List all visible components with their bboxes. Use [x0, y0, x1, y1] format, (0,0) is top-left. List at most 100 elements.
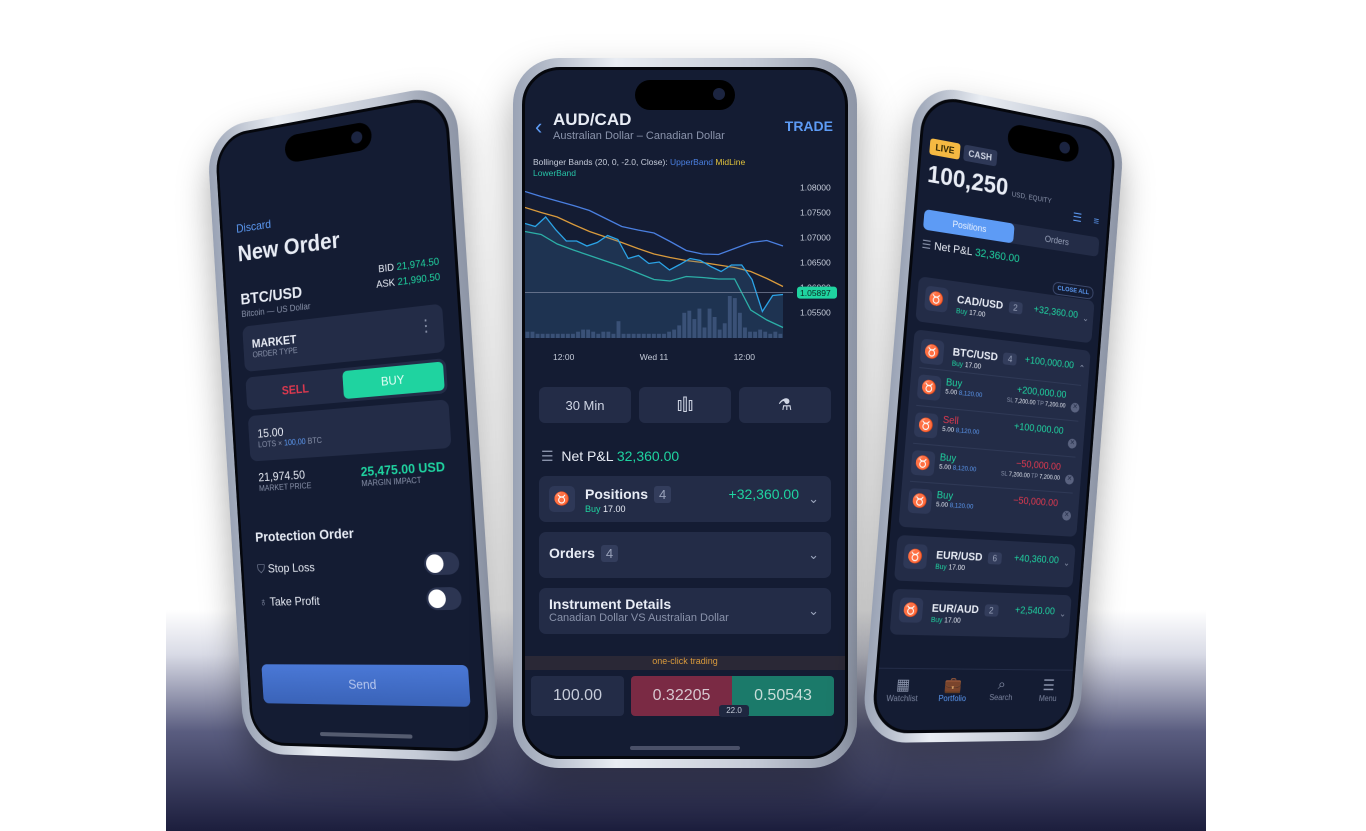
list-view-icon[interactable]: ☰: [1072, 210, 1082, 225]
live-account-tab[interactable]: LIVE: [929, 138, 961, 160]
candlestick-icon[interactable]: ⫾⫿⫾: [639, 387, 731, 423]
flask-icon[interactable]: ⚗: [739, 387, 831, 423]
take-profit-label: Take Profit: [269, 593, 320, 609]
more-icon[interactable]: ⋮: [418, 315, 435, 337]
sell-button[interactable]: SELL: [248, 371, 344, 407]
chevron-down-icon[interactable]: ⌄: [1082, 313, 1089, 324]
bull-icon: ♉: [919, 338, 945, 366]
sell-price-button[interactable]: 0.32205: [631, 676, 732, 716]
stop-loss-label: Stop Loss: [267, 559, 316, 575]
y-tick-label: 1.05500: [800, 308, 831, 318]
positions-accordion[interactable]: ♉ Positions 4 Buy 17.00 +32,360.00 ⌄: [539, 476, 831, 522]
chevron-down-icon[interactable]: ⌄: [1063, 558, 1070, 569]
position-qty: 17.00: [943, 617, 961, 625]
trade-qty: 5.00: [935, 501, 949, 510]
money-bag-icon: ♁: [258, 595, 268, 609]
camera-icon: [713, 88, 725, 100]
position-card[interactable]: ♉ EUR/AUD 2 Buy 17.00 +2,540.00 ⌄: [889, 588, 1072, 639]
symbol-name: Australian Dollar – Canadian Dollar: [553, 130, 725, 142]
bull-icon: ♉: [916, 374, 942, 402]
bid-label: BID: [378, 262, 395, 276]
positions-count: 4: [654, 486, 672, 503]
amount-input[interactable]: 100.00: [531, 676, 624, 716]
buy-button[interactable]: BUY: [342, 361, 445, 400]
chevron-down-icon[interactable]: ⌄: [808, 603, 819, 619]
symbol: AUD/CAD: [553, 110, 632, 129]
y-tick-label: 1.06500: [800, 258, 831, 268]
net-pnl-value: 32,360.00: [974, 246, 1021, 266]
chevron-up-icon[interactable]: ⌃: [1078, 363, 1085, 374]
dynamic-island: [284, 120, 373, 164]
nav-watchlist[interactable]: ▦ Watchlist: [874, 675, 930, 730]
search-icon: ⌕: [997, 675, 1007, 694]
back-icon[interactable]: ‹: [535, 114, 542, 140]
chevron-down-icon[interactable]: ⌄: [808, 547, 819, 563]
position-pnl: +100,000.00: [1024, 354, 1075, 372]
stop-loss-value: 7,200.00: [1008, 471, 1030, 480]
phone-instrument: ‹ AUD/CAD Australian Dollar – Canadian D…: [513, 58, 857, 768]
bull-icon: ♉: [898, 597, 924, 623]
bull-icon: ♉: [549, 486, 575, 512]
dynamic-island: [1006, 122, 1080, 164]
price-chart[interactable]: 1.080001.075001.070001.065001.060001.055…: [525, 180, 841, 380]
lot-unit: BTC: [307, 435, 323, 446]
shield-icon: ⛉: [256, 561, 266, 576]
orders-count: 4: [600, 545, 619, 562]
tab-positions[interactable]: Positions: [922, 209, 1015, 244]
position-count: 2: [983, 604, 999, 617]
protection-title: Protection Order: [254, 524, 355, 545]
coins-icon: ☰: [541, 448, 554, 464]
one-click-trading-label: one-click trading: [525, 656, 845, 670]
position-side: Buy: [930, 616, 943, 625]
timeframe-button[interactable]: 30 Min: [539, 387, 631, 423]
menu-icon: ☰: [1042, 677, 1056, 695]
take-profit-toggle[interactable]: [425, 586, 463, 611]
close-trade-icon[interactable]: ✕: [1061, 510, 1072, 521]
nav-portfolio[interactable]: 💼 Portfolio: [925, 675, 979, 730]
position-card[interactable]: ♉ BTC/USD 4 Buy 17.00 +100,000.00 ⌃ ♉ Buy 5.…: [898, 329, 1091, 537]
close-trade-icon[interactable]: ✕: [1067, 438, 1077, 449]
x-tick-label: 12:00: [734, 352, 756, 362]
tab-orders[interactable]: Orders: [1013, 224, 1099, 257]
net-pnl-label: Net P&L: [561, 448, 613, 464]
orders-accordion[interactable]: Orders 4 ⌄: [539, 532, 831, 578]
position-count: 2: [1008, 300, 1023, 315]
dynamic-island: [635, 80, 735, 110]
price-area: [525, 217, 783, 338]
equity-unit: USD, EQUITY: [1011, 191, 1052, 206]
trade-pnl: +100,000.00: [1013, 421, 1064, 437]
x-tick-label: Wed 11: [640, 352, 669, 362]
x-tick-label: 12:00: [553, 352, 575, 362]
lots-input[interactable]: 15.00 LOTS × 100,00 BTC: [247, 399, 452, 462]
positions-side: Buy: [585, 504, 601, 514]
bull-icon: ♉: [902, 543, 928, 570]
trade-button[interactable]: TRADE: [785, 118, 833, 134]
net-pnl-value: 32,360.00: [616, 448, 680, 464]
close-trade-icon[interactable]: ✕: [1064, 474, 1075, 485]
chevron-down-icon[interactable]: ⌄: [1059, 609, 1066, 620]
stop-loss-toggle[interactable]: [423, 551, 460, 576]
lots-label: LOTS ×: [257, 438, 283, 450]
legend-upper: UpperBand: [670, 157, 714, 167]
send-button[interactable]: Send: [261, 664, 471, 707]
grid-icon: ▦: [895, 676, 911, 694]
position-side: Buy: [934, 563, 947, 572]
position-card[interactable]: ♉ EUR/USD 6 Buy 17.00 +40,360.00 ⌄: [894, 534, 1076, 588]
nav-search[interactable]: ⌕ Search: [974, 676, 1026, 730]
instrument-details-accordion[interactable]: Instrument Details Canadian Dollar VS Au…: [539, 588, 831, 634]
nav-label: Search: [988, 693, 1013, 703]
trade-price: 8,120.00: [949, 502, 974, 511]
position-side: Buy: [951, 360, 964, 369]
cash-account-tab[interactable]: CASH: [963, 144, 998, 167]
details-label: Instrument Details: [549, 596, 672, 612]
phone-new-order: Discard New Order BTC/USD Bitcoin — US D…: [206, 82, 501, 763]
compact-view-icon[interactable]: ≡: [1093, 215, 1099, 227]
close-trade-icon[interactable]: ✕: [1070, 402, 1080, 414]
bear-icon: ♉: [913, 412, 939, 439]
portfolio-screen: LIVE CASH 100,250 USD, EQUITY ☰ ≡ Positi…: [870, 92, 1118, 734]
indicator-label: Bollinger Bands (20, 0, -2.0, Close):: [533, 157, 668, 167]
position-count: 4: [1002, 352, 1018, 366]
legend-lower: LowerBand: [533, 168, 577, 178]
chevron-down-icon[interactable]: ⌄: [808, 491, 819, 507]
nav-menu[interactable]: ☰ Menu: [1022, 676, 1072, 729]
